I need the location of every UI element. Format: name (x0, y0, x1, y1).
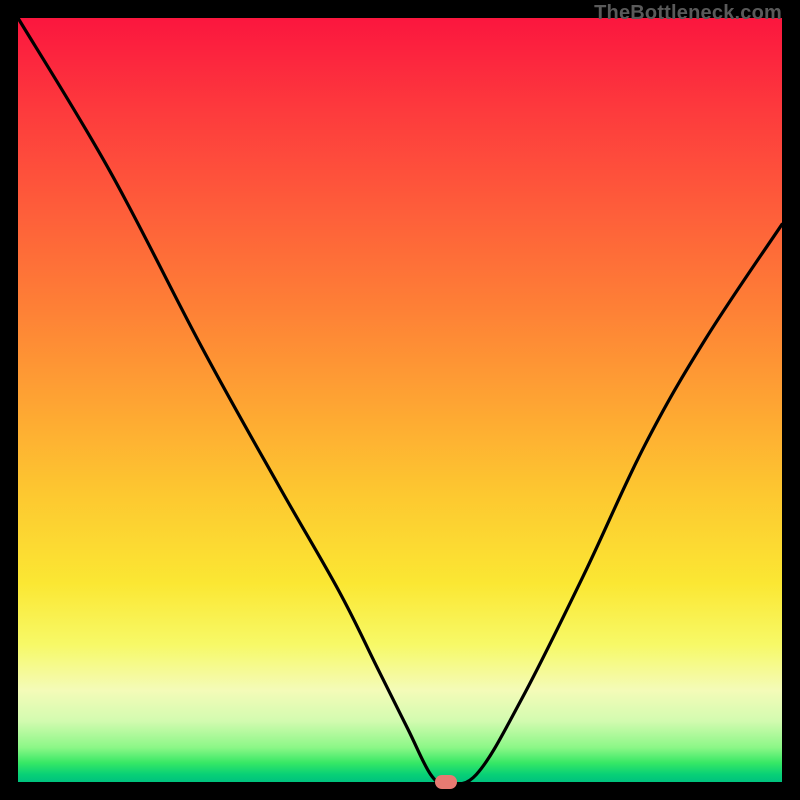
chart-stage: TheBottleneck.com (0, 0, 800, 800)
watermark-text: TheBottleneck.com (594, 2, 782, 25)
optimum-marker (435, 775, 457, 789)
bottleneck-curve-svg (18, 18, 782, 782)
bottleneck-curve-path (18, 18, 782, 784)
plot-area (18, 18, 782, 782)
